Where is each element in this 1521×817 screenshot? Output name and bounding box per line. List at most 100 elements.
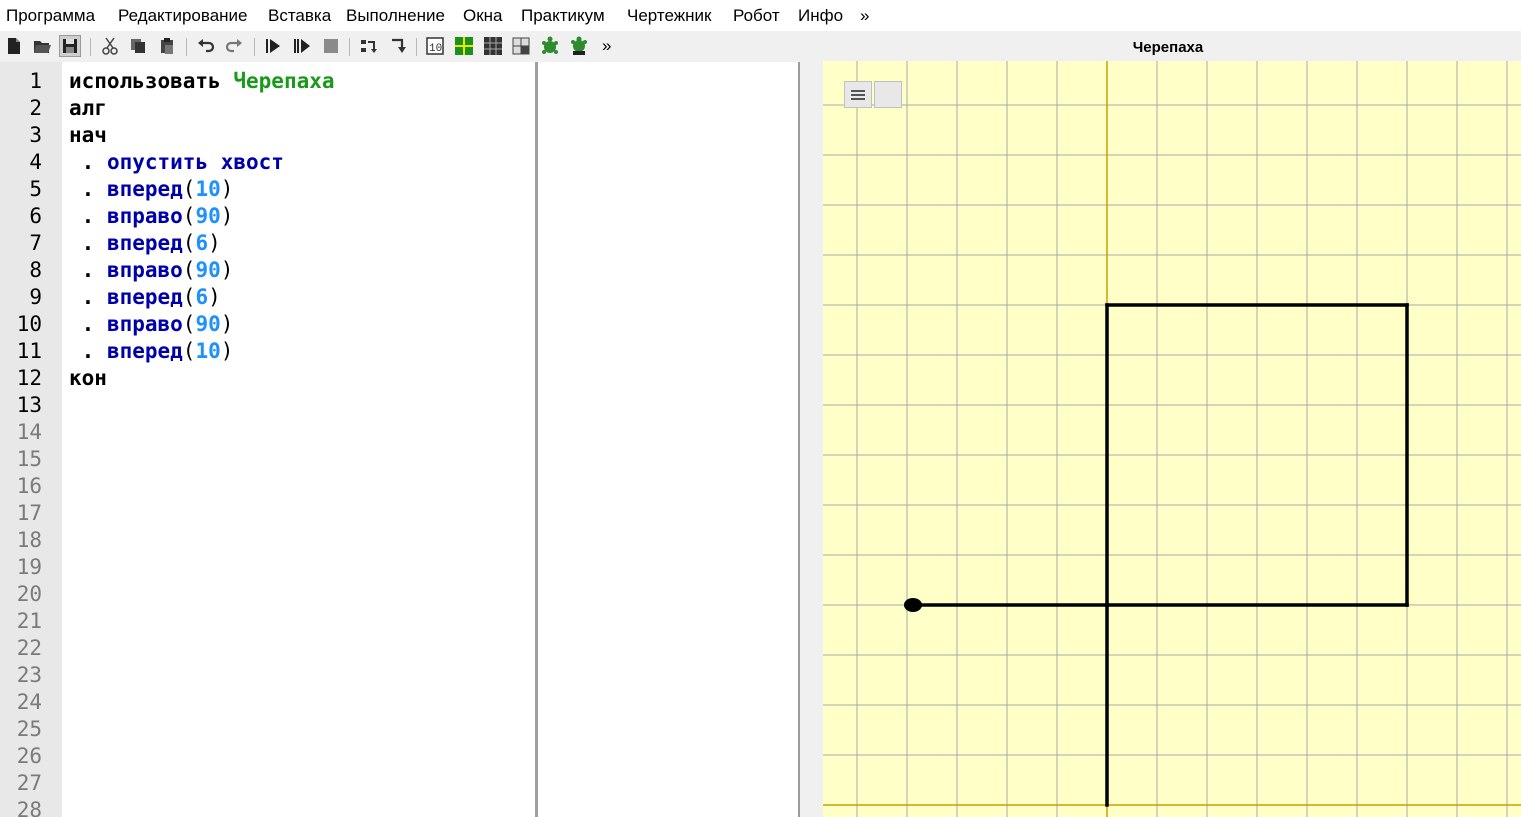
turtle-icon[interactable]: [539, 35, 561, 57]
menu-insert[interactable]: Вставка: [268, 6, 331, 26]
copy-icon[interactable]: [127, 35, 149, 57]
code-token-cmd: вправо: [106, 204, 183, 228]
code-token-close: ): [220, 177, 234, 201]
line-number: 12: [16, 366, 42, 390]
code-token-kw: нач: [69, 123, 107, 147]
code-token-num: 6: [195, 231, 209, 255]
paste-icon[interactable]: [156, 35, 178, 57]
menu-run[interactable]: Выполнение: [346, 6, 445, 26]
line-number: 24: [16, 690, 42, 714]
turtle-panel-title: Черепаха: [1132, 39, 1204, 56]
menu-overflow[interactable]: »: [860, 6, 869, 26]
code-token-cmd: вправо: [106, 258, 183, 282]
code-line[interactable]: нач: [69, 122, 107, 149]
code-token-cmd: вперед: [106, 177, 183, 201]
panel-splitter[interactable]: [802, 31, 815, 817]
code-token-kw: использовать: [69, 69, 234, 93]
new-file-icon[interactable]: [3, 35, 25, 57]
line-number: 18: [16, 528, 42, 552]
code-line[interactable]: . вправо(90): [69, 257, 234, 284]
code-token-num: 10: [195, 339, 221, 363]
code-token-cmd: вправо: [106, 312, 183, 336]
grid-dark-icon[interactable]: [482, 35, 504, 57]
grid-icon[interactable]: [453, 35, 475, 57]
redo-icon[interactable]: [223, 35, 245, 57]
code-line[interactable]: кон: [69, 365, 107, 392]
menu-practicum[interactable]: Практикум: [521, 6, 605, 26]
code-line[interactable]: . вправо(90): [69, 311, 234, 338]
stop-icon[interactable]: [320, 35, 342, 57]
step-run-icon[interactable]: [291, 35, 313, 57]
toolbar-separator: [416, 38, 417, 56]
editor-margin-line: [535, 62, 538, 817]
code-token-dot: .: [69, 312, 107, 336]
counter-icon[interactable]: 10: [424, 35, 446, 57]
code-token-dot: .: [69, 177, 107, 201]
field-background: [823, 61, 1521, 817]
line-number: 4: [29, 150, 42, 174]
menu-windows[interactable]: Окна: [463, 6, 503, 26]
save-icon[interactable]: [59, 35, 81, 57]
menu-draftsman[interactable]: Чертежник: [627, 6, 711, 26]
code-token-close: ): [220, 339, 234, 363]
line-number: 8: [29, 258, 42, 282]
code-token-close: ): [208, 231, 221, 255]
code-token-open: (: [182, 231, 196, 255]
turtle-marker: [904, 598, 922, 612]
step-out-icon[interactable]: [387, 35, 409, 57]
code-line[interactable]: . вперед(6): [69, 230, 221, 257]
code-token-dot: .: [69, 231, 107, 255]
code-token-num: 90: [195, 204, 221, 228]
line-number: 25: [16, 717, 42, 741]
line-number: 27: [16, 771, 42, 795]
open-folder-icon[interactable]: [31, 35, 53, 57]
line-number: 21: [16, 609, 42, 633]
toolbar-separator: [349, 38, 350, 56]
code-line[interactable]: . опустить хвост: [69, 149, 284, 176]
run-icon[interactable]: [262, 35, 284, 57]
code-token-cmd: вперед: [106, 339, 183, 363]
step-into-icon[interactable]: [358, 35, 380, 57]
line-number: 20: [16, 582, 42, 606]
code-token-open: (: [182, 177, 196, 201]
menu-info[interactable]: Инфо: [798, 6, 843, 26]
turtle-canvas[interactable]: [823, 61, 1521, 817]
cut-icon[interactable]: [99, 35, 121, 57]
code-token-close: ): [220, 204, 234, 228]
code-token-num: 90: [195, 258, 221, 282]
line-number: 6: [29, 204, 42, 228]
toolbar-separator: [186, 38, 187, 56]
code-line[interactable]: . вперед(6): [69, 284, 221, 311]
toolbar: 10: [0, 31, 802, 62]
line-number: 13: [16, 393, 42, 417]
code-line[interactable]: . вперед(10): [69, 338, 234, 365]
code-token-num: 6: [195, 285, 209, 309]
code-editor[interactable]: 1 2 3 4 5 6 7 8 9 10 11 12 13 14 15 16 17 18 19 20 21 22 23 24 2…: [0, 62, 800, 817]
line-number: 22: [16, 636, 42, 660]
line-number: 19: [16, 555, 42, 579]
undo-icon[interactable]: [195, 35, 217, 57]
robot-icon[interactable]: [510, 35, 532, 57]
menu-program[interactable]: Программа: [6, 6, 95, 26]
code-token-open: (: [182, 285, 196, 309]
menu-edit[interactable]: Редактирование: [118, 6, 248, 26]
line-number: 26: [16, 744, 42, 768]
code-token-dot: .: [69, 285, 107, 309]
line-number: 14: [16, 420, 42, 444]
code-line[interactable]: использовать Черепаха: [69, 68, 335, 95]
code-token-num: 10: [195, 177, 221, 201]
toolbar-overflow-button[interactable]: »: [602, 36, 611, 56]
code-line[interactable]: алг: [69, 95, 107, 122]
toolbar-separator: [254, 38, 255, 56]
code-token-close: ): [208, 285, 221, 309]
line-number: 9: [29, 285, 42, 309]
turtle-pen-icon[interactable]: [568, 35, 590, 57]
menu-toggle-button[interactable]: [844, 81, 872, 108]
code-line[interactable]: . вперед(10): [69, 176, 234, 203]
canvas-tool-button[interactable]: [874, 81, 902, 108]
code-token-mod: Черепаха: [233, 69, 335, 93]
line-number: 7: [29, 231, 42, 255]
code-token-dot: .: [69, 204, 107, 228]
menu-robot[interactable]: Робот: [733, 6, 780, 26]
code-line[interactable]: . вправо(90): [69, 203, 234, 230]
